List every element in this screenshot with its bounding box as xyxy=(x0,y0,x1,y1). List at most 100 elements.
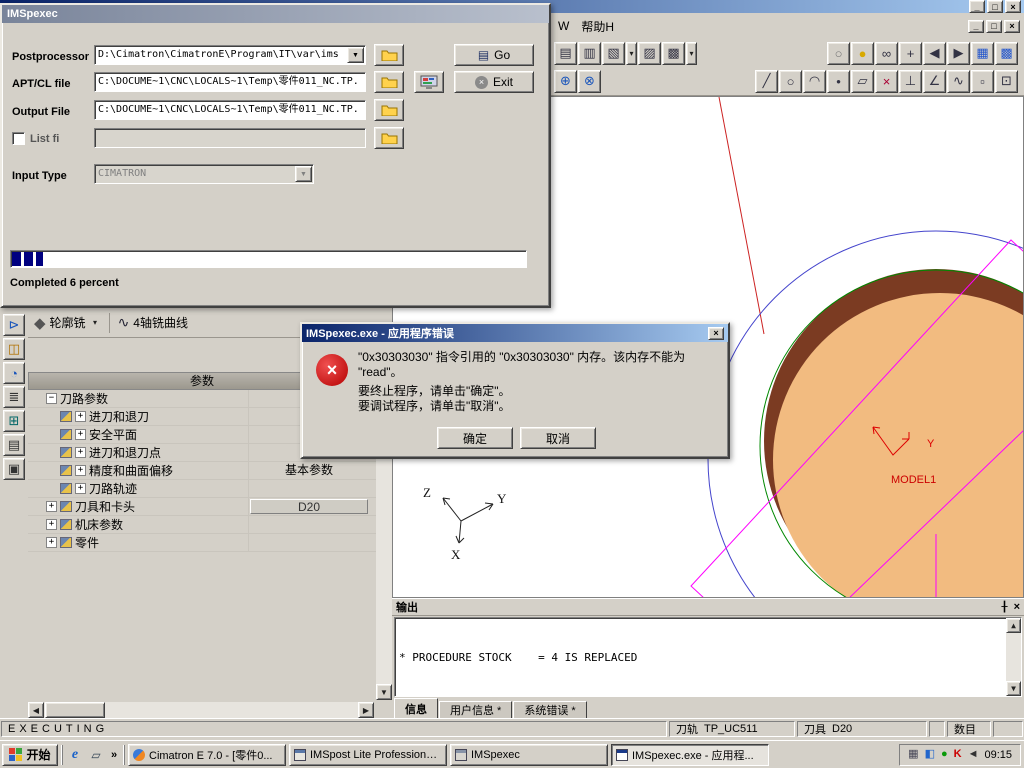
grid-icon[interactable]: ▦ xyxy=(971,41,994,65)
close-button[interactable]: × xyxy=(1005,0,1021,13)
curve-tool-icon[interactable]: ∿ xyxy=(947,69,970,93)
proc-tab-dropdown[interactable]: ▾ xyxy=(90,311,101,334)
nc-add-icon[interactable]: ⊞ xyxy=(3,410,25,432)
scroll-right-button[interactable]: ▶ xyxy=(358,702,374,718)
output-close-icon[interactable]: × xyxy=(1014,601,1020,613)
view-preset-dropdown[interactable]: ▾ xyxy=(626,41,637,65)
show-desktop-icon[interactable]: ▱ xyxy=(87,748,105,762)
glasses-icon[interactable]: ∞ xyxy=(875,41,898,65)
go-button[interactable]: ▤ Go xyxy=(454,44,534,66)
error-titlebar[interactable]: IMSpexec.exe - 应用程序错误 × xyxy=(302,324,728,342)
scroll-down-button[interactable]: ▼ xyxy=(1006,681,1021,696)
nc-simulate-icon[interactable]: ⊳ xyxy=(3,314,25,336)
trim-tool-icon[interactable]: × xyxy=(875,69,898,93)
display-mode-icon[interactable]: ▩ xyxy=(662,41,685,65)
expand-icon[interactable]: + xyxy=(46,501,57,512)
ucs-icon[interactable]: ⊕ xyxy=(554,69,577,93)
bulb-on-icon[interactable]: ● xyxy=(851,41,874,65)
normal-tool-icon[interactable]: ⊥ xyxy=(899,69,922,93)
angle-tool-icon[interactable]: ∠ xyxy=(923,69,946,93)
tree-item-value[interactable]: 基本参数 xyxy=(250,463,368,478)
antivirus-tray-icon[interactable]: K xyxy=(954,749,962,760)
coord-box-icon[interactable]: ⊡ xyxy=(995,69,1018,93)
nc-panel-icon[interactable]: ▣ xyxy=(3,458,25,480)
tab-system-error[interactable]: 系统错误 * xyxy=(513,701,587,718)
previous-view-icon[interactable]: ◀ xyxy=(923,41,946,65)
cancel-button[interactable]: 取消 xyxy=(520,427,596,449)
taskbar-item-error-dialog[interactable]: IMSpexec.exe - 应用程... xyxy=(611,743,769,766)
child-restore-button[interactable]: □ xyxy=(986,19,1002,33)
collapse-icon[interactable]: − xyxy=(46,393,57,404)
clock[interactable]: 09:15 xyxy=(984,749,1012,761)
scroll-thumb[interactable] xyxy=(45,702,105,718)
shading-icon[interactable]: ▨ xyxy=(638,41,661,65)
point-tool-icon[interactable]: • xyxy=(827,69,850,93)
proc-tab-4axis-curve[interactable]: 4轴铣曲线 xyxy=(133,314,188,331)
child-close-button[interactable]: × xyxy=(1004,19,1020,33)
expand-icon[interactable]: + xyxy=(75,483,86,494)
arc-tool-icon[interactable]: ◠ xyxy=(803,69,826,93)
circle-tool-icon[interactable]: ○ xyxy=(779,69,802,93)
nc-list-icon[interactable]: ≣ xyxy=(3,386,25,408)
nc-preview-icon[interactable]: ◔ xyxy=(3,362,25,384)
proc-tab-profile-mill[interactable]: 轮廓铣 xyxy=(50,314,86,331)
pan-icon[interactable]: + xyxy=(899,41,922,65)
expand-icon[interactable]: + xyxy=(75,429,86,440)
restore-button[interactable]: □ xyxy=(987,0,1003,13)
monitor-button[interactable] xyxy=(414,71,444,93)
expand-icon[interactable]: + xyxy=(75,447,86,458)
aptcl-input[interactable]: C:\DOCUME~1\CNC\LOCALS~1\Temp\零件011_NC.T… xyxy=(94,72,366,92)
display-mode-dropdown[interactable]: ▾ xyxy=(686,41,697,65)
tab-info[interactable]: 信息 xyxy=(394,698,438,718)
input-type-dropdown[interactable]: ▼ xyxy=(295,166,312,182)
keyboard-tray-icon[interactable]: ▦ xyxy=(908,749,918,760)
tree-row[interactable]: + 机床参数 xyxy=(28,516,376,534)
scroll-up-button[interactable]: ▲ xyxy=(1006,618,1021,633)
list-browse-button[interactable] xyxy=(374,127,404,149)
nc-verify-icon[interactable]: ◫ xyxy=(3,338,25,360)
tree-row[interactable]: + 零件 xyxy=(28,534,376,552)
plane-tool-icon[interactable]: ▱ xyxy=(851,69,874,93)
menu-help[interactable]: 帮助H xyxy=(575,15,620,38)
start-button[interactable]: 开始 xyxy=(2,743,58,766)
minimize-button[interactable]: _ xyxy=(969,0,985,13)
menu-window[interactable]: W xyxy=(552,16,575,36)
taskbar-item-imspexec[interactable]: IMSpexec xyxy=(450,743,608,766)
pin-icon[interactable]: ╂ xyxy=(1002,602,1008,613)
aptcl-browse-button[interactable] xyxy=(374,71,404,93)
axes-icon[interactable]: ⊗ xyxy=(578,69,601,93)
expand-icon[interactable]: + xyxy=(46,537,57,548)
snap-grid-icon[interactable]: ▩ xyxy=(995,41,1018,65)
ie-quicklaunch-icon[interactable]: e xyxy=(66,747,84,763)
imspexec-titlebar[interactable]: IMSpexec xyxy=(2,5,549,23)
blue-tray-icon[interactable]: ◧ xyxy=(925,749,935,760)
postprocessor-dropdown[interactable]: ▼ xyxy=(347,47,364,63)
child-minimize-button[interactable]: _ xyxy=(968,19,984,33)
line-tool-icon[interactable]: ╱ xyxy=(755,69,778,93)
exit-button[interactable]: × Exit xyxy=(454,71,534,93)
view-preset-icon[interactable]: ▧ xyxy=(602,41,625,65)
report-icon[interactable]: ▤ xyxy=(554,41,577,65)
scroll-left-button[interactable]: ◀ xyxy=(28,702,44,718)
nc-report-icon[interactable]: ▤ xyxy=(3,434,25,456)
expand-icon[interactable]: + xyxy=(46,519,57,530)
taskbar-item-imspost[interactable]: IMSpost Lite Professional... xyxy=(289,743,447,766)
tree-row[interactable]: + 精度和曲面偏移 基本参数 xyxy=(28,462,376,480)
scroll-down-button[interactable]: ▼ xyxy=(376,684,392,700)
output-vscrollbar[interactable]: ▲ ▼ xyxy=(1006,618,1021,696)
ok-button[interactable]: 确定 xyxy=(437,427,513,449)
output-log[interactable]: * PROCEDURE STOCK = 4 IS REPLACED * * OU… xyxy=(394,617,1022,697)
print-icon[interactable]: ▥ xyxy=(578,41,601,65)
tab-user-info[interactable]: 用户信息 * xyxy=(439,701,513,718)
bulb-off-icon[interactable]: ○ xyxy=(827,41,850,65)
volume-tray-icon[interactable]: ◄ xyxy=(968,749,979,760)
tool-value-cell[interactable]: D20 xyxy=(250,499,368,514)
taskbar-item-cimatron[interactable]: Cimatron E 7.0 - [零件0... xyxy=(128,743,286,766)
list-file-input[interactable] xyxy=(94,128,366,148)
output-browse-button[interactable] xyxy=(374,99,404,121)
postprocessor-browse-button[interactable] xyxy=(374,44,404,66)
expand-icon[interactable]: + xyxy=(75,411,86,422)
green-tray-icon[interactable]: ● xyxy=(941,749,948,760)
next-view-icon[interactable]: ▶ xyxy=(947,41,970,65)
expand-icon[interactable]: + xyxy=(75,465,86,476)
